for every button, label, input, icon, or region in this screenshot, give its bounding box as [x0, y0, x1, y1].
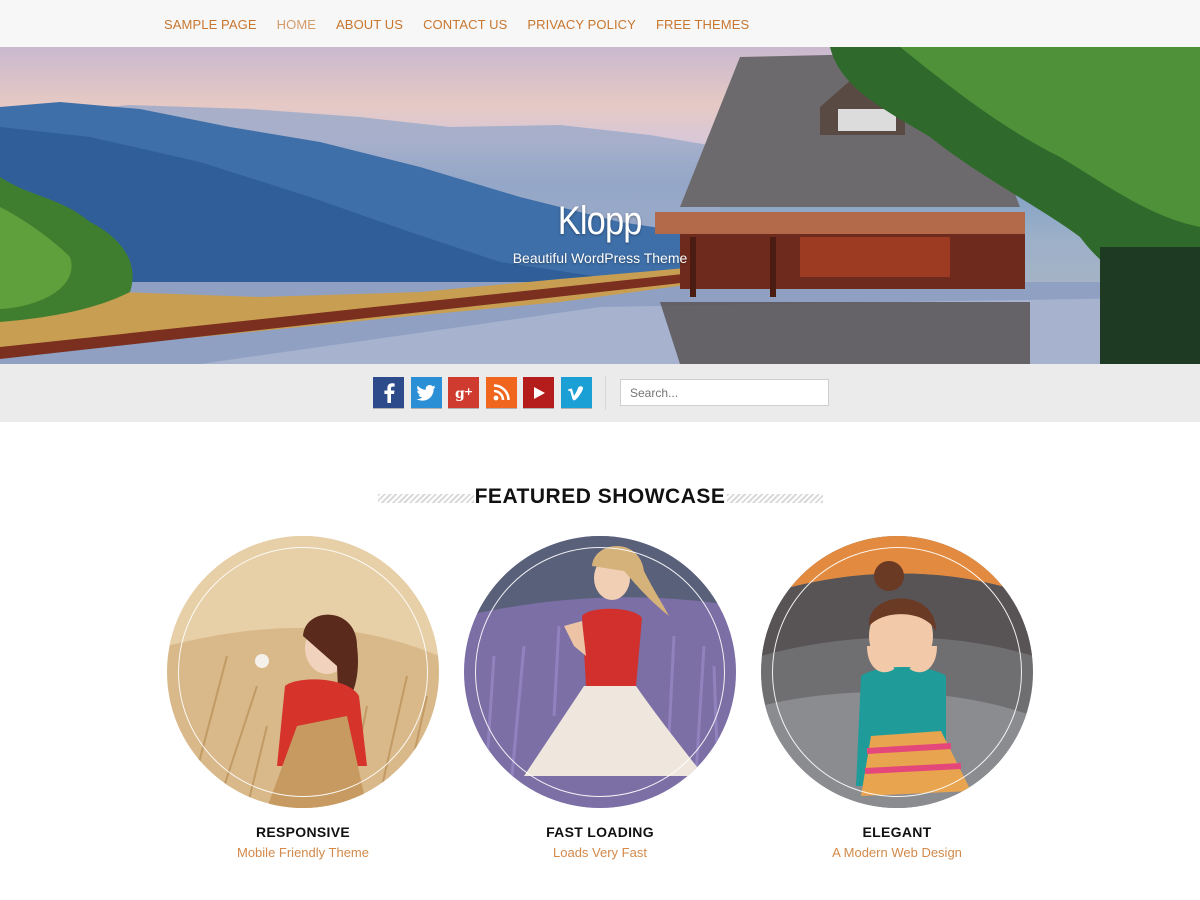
social-divider — [605, 376, 606, 410]
feature-subtitle: Loads Very Fast — [553, 845, 647, 860]
feature-card-fast-loading: FAST LOADING Loads Very Fast — [463, 536, 737, 860]
feature-image-fast-loading[interactable] — [464, 536, 736, 808]
nav-item-free-themes[interactable]: FREE THEMES — [656, 17, 749, 32]
google-plus-icon[interactable]: g + — [448, 377, 479, 408]
featured-heading: FEATURED SHOWCASE — [474, 485, 726, 508]
youtube-icon[interactable] — [523, 377, 554, 408]
twitter-icon[interactable] — [410, 377, 442, 408]
feature-title: ELEGANT — [862, 824, 932, 840]
rss-icon[interactable] — [485, 377, 517, 408]
feature-card-responsive: RESPONSIVE Mobile Friendly Theme — [166, 536, 440, 860]
vimeo-icon[interactable] — [560, 377, 592, 408]
feature-image-elegant[interactable] — [761, 536, 1033, 808]
nav-item-home[interactable]: HOME — [277, 17, 316, 32]
nav-menu: SAMPLE PAGE HOME ABOUT US CONTACT US PRI… — [164, 0, 769, 47]
site-tagline: Beautiful WordPress Theme — [512, 250, 688, 266]
feature-subtitle: A Modern Web Design — [832, 845, 962, 860]
search-input[interactable] — [620, 379, 829, 406]
svg-text:+: + — [464, 385, 473, 398]
feature-title: FAST LOADING — [546, 824, 654, 840]
feature-image-responsive[interactable] — [167, 536, 439, 808]
top-navigation: SAMPLE PAGE HOME ABOUT US CONTACT US PRI… — [0, 0, 1200, 47]
social-search-bar: g + — [0, 364, 1200, 422]
featured-showcase-section: FEATURED SHOWCASE RESPONSIVE Mobile Frie… — [0, 422, 1200, 900]
facebook-icon[interactable] — [373, 377, 404, 408]
nav-item-privacy-policy[interactable]: PRIVACY POLICY — [527, 17, 636, 32]
heading-decoration-right — [727, 494, 823, 503]
social-icons: g + — [373, 377, 598, 408]
feature-title: RESPONSIVE — [255, 824, 351, 840]
nav-item-sample-page[interactable]: SAMPLE PAGE — [164, 17, 257, 32]
hero-banner: Klopp Beautiful WordPress Theme — [0, 47, 1200, 364]
nav-item-about-us[interactable]: ABOUT US — [336, 17, 403, 32]
site-title[interactable]: Klopp — [558, 199, 643, 244]
nav-item-contact-us[interactable]: CONTACT US — [423, 17, 507, 32]
feature-card-elegant: ELEGANT A Modern Web Design — [760, 536, 1034, 860]
feature-subtitle: Mobile Friendly Theme — [237, 845, 369, 860]
